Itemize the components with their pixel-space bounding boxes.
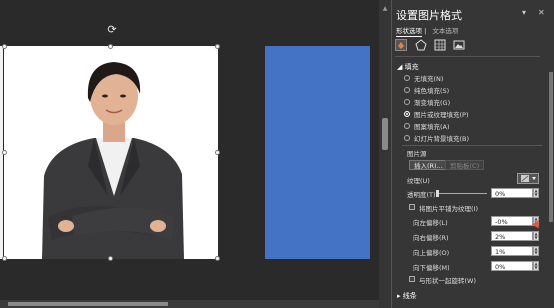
radio-pattern-fill[interactable]: 图案填充(A) xyxy=(404,121,450,131)
fill-section-header[interactable]: ◢ 填充 xyxy=(397,62,419,72)
offset-right-label: 向右偏移(R) xyxy=(413,234,449,242)
effects-icon[interactable] xyxy=(415,39,427,51)
radio-picture-fill[interactable]: 图片或纹理填充(P) xyxy=(404,109,469,119)
transparency-slider-thumb[interactable] xyxy=(436,190,439,197)
insert-button[interactable]: 插入(R)... xyxy=(409,160,448,170)
radio-button[interactable] xyxy=(404,134,410,141)
picture-source-label: 图片源 xyxy=(407,150,427,158)
radio-no-fill[interactable]: 无填充(N) xyxy=(404,73,443,83)
texture-dropdown[interactable] xyxy=(517,173,539,184)
selected-picture[interactable] xyxy=(4,46,218,259)
tab-shape-options[interactable]: 形状选项 xyxy=(396,27,422,37)
picture-icon[interactable] xyxy=(453,39,465,51)
businesswoman-photo xyxy=(4,46,218,259)
pane-tabs: 形状选项 | 文本选项 xyxy=(396,25,458,37)
resize-handle-nw[interactable] xyxy=(2,44,7,49)
resize-handle-ne[interactable] xyxy=(215,44,220,49)
offset-top-stepper[interactable]: ▲ ▼ xyxy=(533,246,539,256)
vertical-scroll-thumb[interactable] xyxy=(382,118,388,150)
resize-handle-se[interactable] xyxy=(215,256,220,261)
offset-top-label: 向上偏移(O) xyxy=(413,249,450,257)
size-properties-icon[interactable] xyxy=(434,39,446,51)
divider xyxy=(395,56,540,57)
offset-left-input[interactable]: -0% xyxy=(491,216,533,226)
resize-handle-s[interactable] xyxy=(108,256,113,261)
radio-button[interactable] xyxy=(404,74,410,81)
offset-top-input[interactable]: 1% xyxy=(491,246,533,256)
line-section-header[interactable]: ▸ 线条 xyxy=(397,291,417,301)
offset-bottom-stepper[interactable]: ▲ ▼ xyxy=(533,261,539,271)
rotate-handle-icon[interactable]: ⟳ xyxy=(106,24,118,36)
fill-line-icon[interactable] xyxy=(395,39,407,51)
offset-bottom-label: 向下偏移(M) xyxy=(413,264,450,272)
rotate-with-shape-checkbox[interactable] xyxy=(409,276,415,282)
transparency-stepper[interactable]: ▲ ▼ xyxy=(533,188,539,198)
tab-separator: | xyxy=(424,27,427,35)
scroll-up-icon[interactable]: ▲ xyxy=(381,6,389,12)
pane-scrollbar[interactable] xyxy=(548,62,554,302)
horizontal-scrollbar[interactable] xyxy=(0,300,380,308)
horizontal-scroll-thumb[interactable] xyxy=(8,302,168,306)
pane-title: 设置图片格式 xyxy=(396,9,462,22)
resize-handle-sw[interactable] xyxy=(2,256,7,261)
resize-handle-w[interactable] xyxy=(2,150,7,155)
blue-rectangle-shape[interactable] xyxy=(265,46,370,259)
pane-scroll-thumb[interactable] xyxy=(549,72,553,222)
slide-canvas[interactable]: ⟳ xyxy=(0,0,380,308)
pane-options-dropdown-icon[interactable]: ▾ xyxy=(522,8,526,17)
radio-gradient-fill[interactable]: 渐变填充(G) xyxy=(404,97,450,107)
radio-button[interactable] xyxy=(404,98,410,105)
close-icon[interactable]: ✕ xyxy=(538,8,545,17)
radio-solid-fill[interactable]: 纯色填充(S) xyxy=(404,85,449,95)
texture-label: 纹理(U) xyxy=(407,177,430,185)
transparency-input[interactable]: 0% xyxy=(491,188,533,198)
tile-checkbox[interactable] xyxy=(409,204,415,210)
radio-button[interactable] xyxy=(404,86,410,93)
transparency-slider[interactable] xyxy=(437,193,487,194)
clipboard-button[interactable]: 剪贴板(C) xyxy=(445,160,485,170)
rotate-with-shape-label: 与形状一起旋转(W) xyxy=(419,277,476,285)
transparency-label: 透明度(T) xyxy=(407,191,436,199)
offset-left-label: 向左偏移(L) xyxy=(413,219,448,227)
radio-background-fill[interactable]: 幻灯片背景填充(B) xyxy=(404,133,469,143)
offset-right-input[interactable]: 2% xyxy=(491,231,533,241)
divider xyxy=(402,145,542,146)
collapse-icon: ◢ xyxy=(397,63,405,71)
radio-button[interactable] xyxy=(404,122,410,129)
tile-checkbox-label: 将图片平铺为纹理(I) xyxy=(419,205,478,213)
resize-handle-e[interactable] xyxy=(215,150,220,155)
resize-handle-n[interactable] xyxy=(108,44,113,49)
tab-text-options[interactable]: 文本选项 xyxy=(432,27,458,35)
offset-bottom-input[interactable]: 0% xyxy=(491,261,533,271)
offset-right-stepper[interactable]: ▲ ▼ xyxy=(533,231,539,241)
radio-button-selected[interactable] xyxy=(404,110,410,117)
vertical-scrollbar[interactable]: ▲ xyxy=(379,0,391,308)
